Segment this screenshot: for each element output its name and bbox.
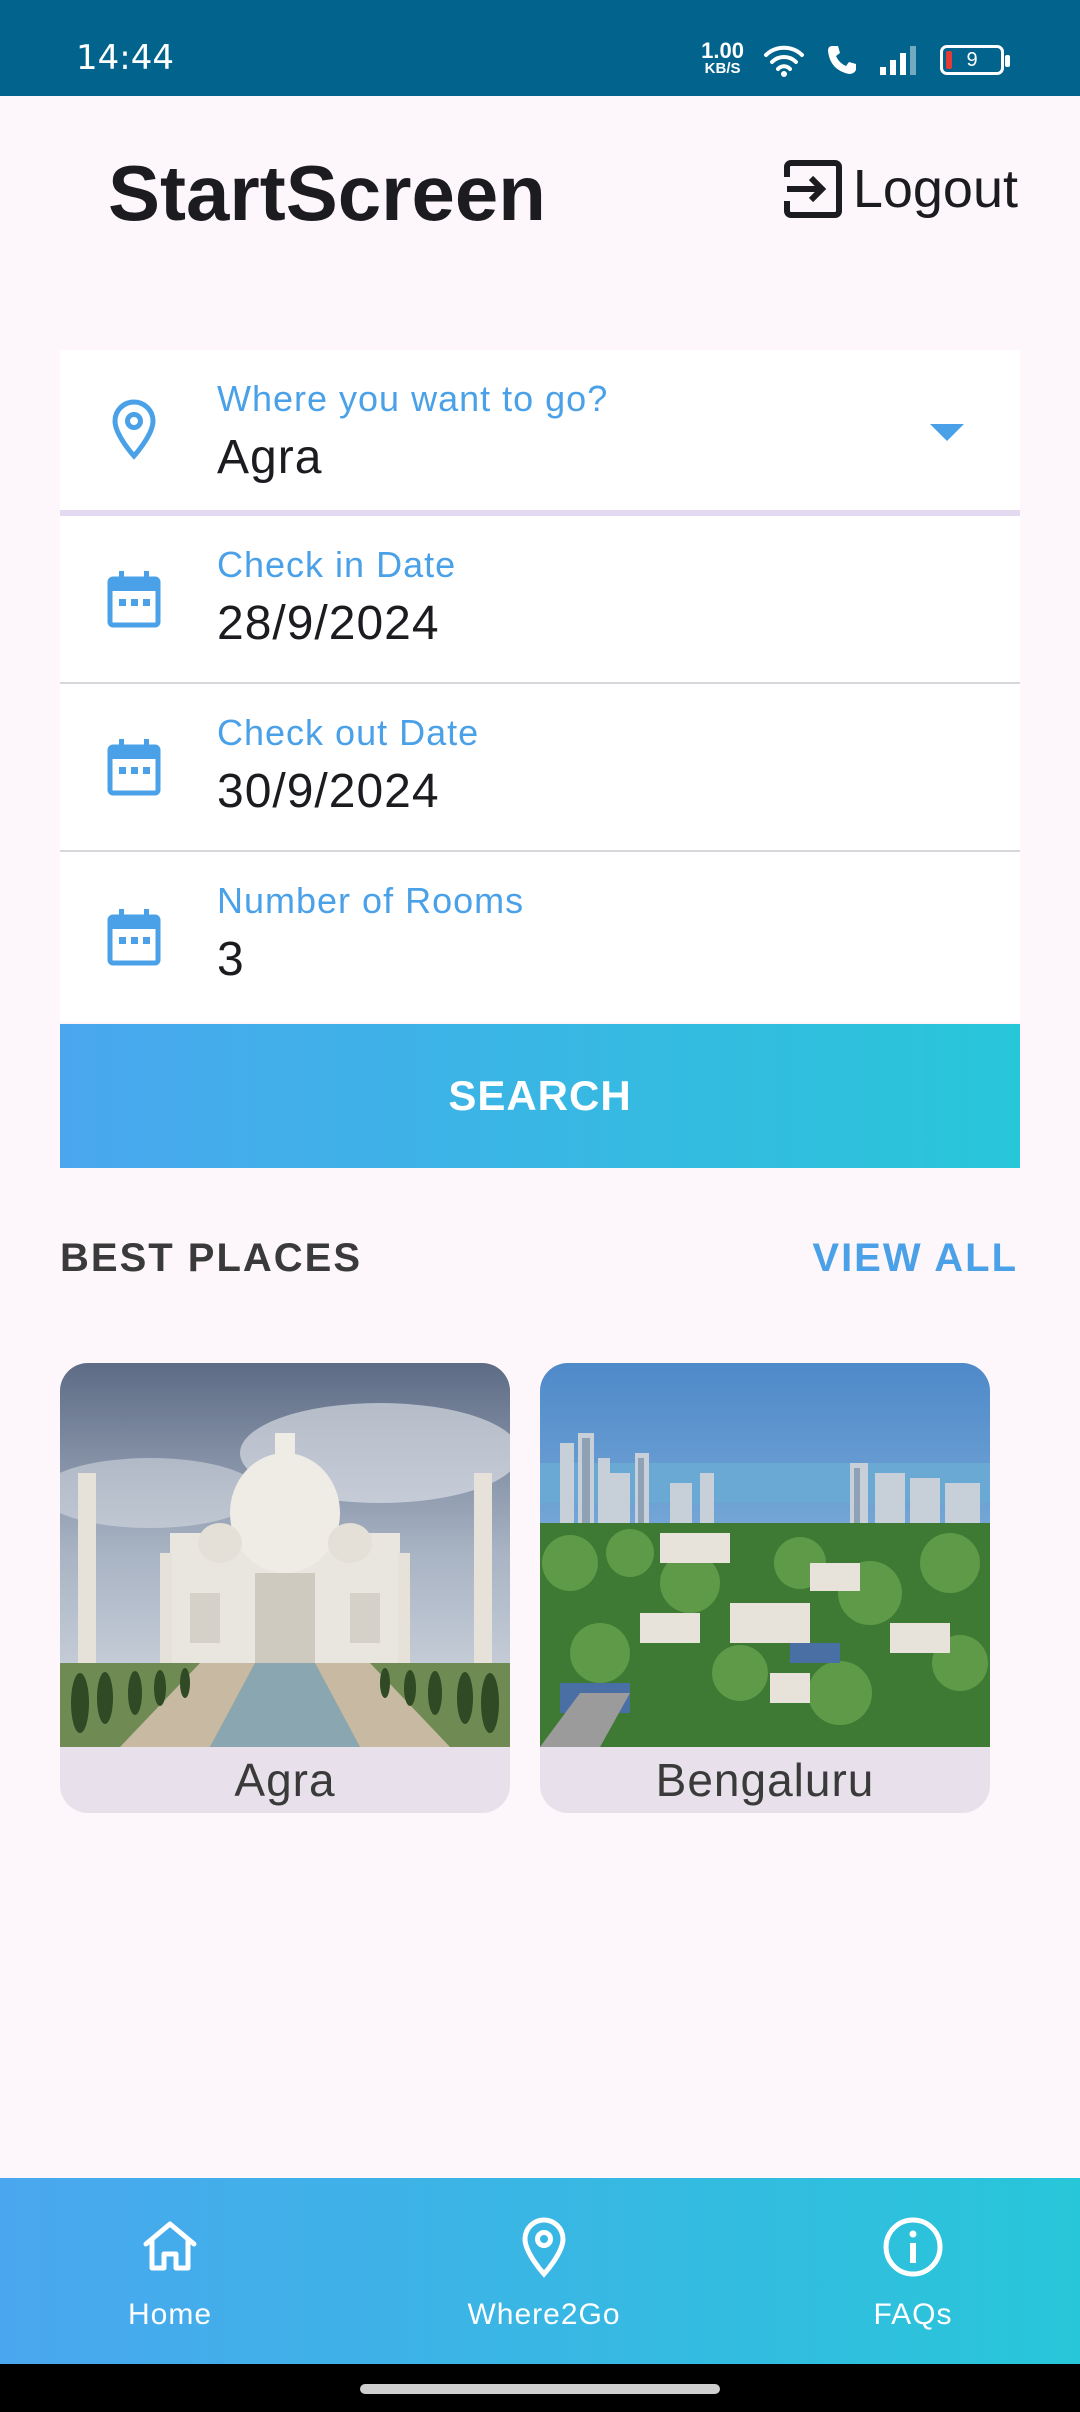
network-speed: 1.00 KB/S	[701, 40, 744, 78]
place-card-agra[interactable]: Agra	[60, 1363, 510, 1813]
logout-label: Logout	[852, 159, 1018, 219]
page-title: StartScreen	[108, 149, 546, 237]
place-card-bengaluru[interactable]: Bengaluru	[540, 1363, 990, 1813]
nav-home[interactable]: Home	[40, 2178, 300, 2364]
battery-level: 9	[966, 49, 978, 71]
location-pin-icon	[522, 2217, 566, 2278]
calendar-icon	[107, 909, 161, 966]
bengaluru-image	[540, 1363, 990, 1747]
calendar-icon	[107, 739, 161, 796]
home-gesture-handle[interactable]	[360, 2384, 720, 2394]
status-icons: 1.00 KB/S 9	[701, 38, 1010, 82]
status-bar: 14:44 1.00 KB/S 9	[0, 0, 1080, 96]
rooms-label: Number of Rooms	[217, 880, 525, 921]
check-in-value: 28/9/2024	[217, 597, 440, 650]
logout-icon	[783, 160, 842, 218]
check-out-label: Check out Date	[217, 712, 480, 753]
system-navigation-bar	[0, 2364, 1080, 2412]
place-name: Bengaluru	[655, 1754, 875, 1806]
view-all-link[interactable]: VIEW ALL	[812, 1236, 1018, 1281]
agra-image	[60, 1363, 510, 1747]
nav-where2go-label: Where2Go	[467, 2298, 621, 2331]
net-speed-unit: KB/S	[704, 60, 741, 77]
rooms-value: 3	[217, 933, 245, 986]
nav-faqs-label: FAQs	[873, 2298, 953, 2331]
battery-icon: 9	[940, 45, 1010, 75]
check-in-label: Check in Date	[217, 544, 457, 585]
dropdown-arrow-icon[interactable]	[930, 424, 964, 441]
check-out-value: 30/9/2024	[217, 765, 440, 818]
destination-value: Agra	[217, 431, 323, 484]
status-time: 14:44	[76, 38, 174, 78]
place-name: Agra	[234, 1754, 336, 1806]
check-out-date-field[interactable]: Check out Date 30/9/2024	[60, 684, 1020, 852]
logout-button[interactable]: Logout	[783, 158, 1018, 220]
bottom-navigation: Home Where2Go FAQs	[0, 2178, 1080, 2364]
search-form: Where you want to go? Agra Check in Date…	[60, 350, 1020, 1022]
search-button[interactable]: SEARCH	[60, 1024, 1020, 1168]
calendar-icon	[107, 571, 161, 628]
location-pin-icon	[112, 399, 156, 460]
destination-dropdown[interactable]: Where you want to go? Agra	[60, 350, 1020, 516]
nav-faqs[interactable]: FAQs	[783, 2178, 1043, 2364]
wifi-icon	[764, 45, 804, 77]
rooms-field[interactable]: Number of Rooms 3	[60, 852, 1020, 1022]
check-in-date-field[interactable]: Check in Date 28/9/2024	[60, 516, 1020, 684]
signal-icon	[880, 46, 916, 75]
nav-where2go[interactable]: Where2Go	[414, 2178, 674, 2364]
home-icon	[143, 2221, 197, 2271]
wifi-call-icon	[828, 46, 856, 74]
best-places-title: BEST PLACES	[60, 1236, 363, 1280]
info-icon	[883, 2217, 943, 2277]
destination-label: Where you want to go?	[217, 378, 609, 419]
nav-home-label: Home	[127, 2298, 213, 2331]
